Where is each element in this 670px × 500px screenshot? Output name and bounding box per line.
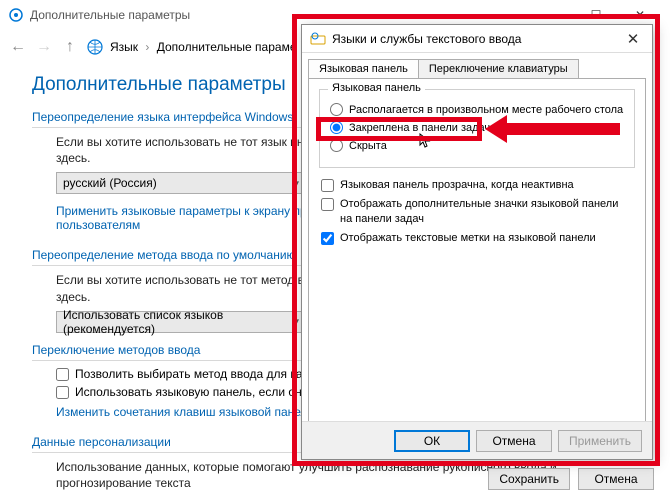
window-title: Дополнительные параметры bbox=[30, 8, 530, 22]
use-lang-bar-checkbox[interactable] bbox=[56, 386, 69, 399]
allow-per-app-checkbox[interactable] bbox=[56, 368, 69, 381]
ui-language-dropdown[interactable]: русский (Россия) bbox=[56, 172, 306, 194]
input-method-dropdown[interactable]: Использовать список языков (рекомендуетс… bbox=[56, 311, 306, 333]
dialog-close-button[interactable]: ✕ bbox=[622, 30, 644, 48]
radio-floating-label: Располагается в произвольном месте рабоч… bbox=[349, 104, 623, 116]
radio-docked-label: Закреплена в панели задач bbox=[349, 122, 490, 134]
text-services-dialog: Языки и службы текстового ввода ✕ Языков… bbox=[301, 24, 653, 460]
tab-language-bar[interactable]: Языковая панель bbox=[308, 59, 419, 78]
chk-text-labels-label: Отображать текстовые метки на языковой п… bbox=[340, 231, 596, 245]
keyboard-globe-icon bbox=[310, 31, 326, 47]
change-hotkeys-link[interactable]: Изменить сочетания клавиш языковой панел… bbox=[56, 405, 314, 419]
save-button[interactable]: Сохранить bbox=[488, 468, 570, 490]
up-button[interactable]: ↑ bbox=[60, 38, 80, 56]
back-button[interactable]: ← bbox=[8, 38, 28, 56]
radio-hidden[interactable] bbox=[330, 139, 343, 152]
mouse-cursor-icon bbox=[419, 133, 431, 152]
chevron-right-icon: › bbox=[145, 40, 149, 54]
dialog-footer: ОК Отмена Применить bbox=[302, 421, 652, 459]
cancel-button[interactable]: Отмена bbox=[578, 468, 654, 490]
language-bar-group: Языковая панель Располагается в произвол… bbox=[319, 89, 635, 168]
dialog-cancel-button[interactable]: Отмена bbox=[476, 430, 552, 452]
chk-extra-icons[interactable] bbox=[321, 198, 334, 211]
apply-button[interactable]: Применить bbox=[558, 430, 642, 452]
radio-hidden-label: Скрыта bbox=[349, 140, 387, 152]
radio-floating[interactable] bbox=[330, 103, 343, 116]
chk-extra-icons-label: Отображать дополнительные значки языково… bbox=[340, 197, 633, 226]
gear-icon bbox=[8, 7, 24, 23]
breadcrumb[interactable]: Язык › Дополнительные параме bbox=[110, 40, 297, 54]
globe-icon bbox=[86, 38, 104, 56]
breadcrumb-root[interactable]: Язык bbox=[110, 40, 138, 54]
dialog-titlebar: Языки и службы текстового ввода ✕ bbox=[302, 25, 652, 53]
dialog-tabs: Языковая панель Переключение клавиатуры bbox=[308, 59, 652, 78]
chk-text-labels[interactable] bbox=[321, 232, 334, 245]
tab-content: Языковая панель Располагается в произвол… bbox=[308, 78, 646, 432]
tab-keyboard-switch[interactable]: Переключение клавиатуры bbox=[419, 59, 579, 78]
chk-transparent-label: Языковая панель прозрачна, когда неактив… bbox=[340, 178, 574, 192]
breadcrumb-current: Дополнительные параме bbox=[157, 40, 297, 54]
forward-button[interactable]: → bbox=[34, 38, 54, 56]
ok-button[interactable]: ОК bbox=[394, 430, 470, 452]
chk-transparent[interactable] bbox=[321, 179, 334, 192]
dialog-title: Языки и службы текстового ввода bbox=[332, 32, 622, 46]
main-footer: Сохранить Отмена bbox=[488, 468, 654, 490]
radio-docked[interactable] bbox=[330, 121, 343, 134]
group-legend: Языковая панель bbox=[328, 82, 425, 94]
